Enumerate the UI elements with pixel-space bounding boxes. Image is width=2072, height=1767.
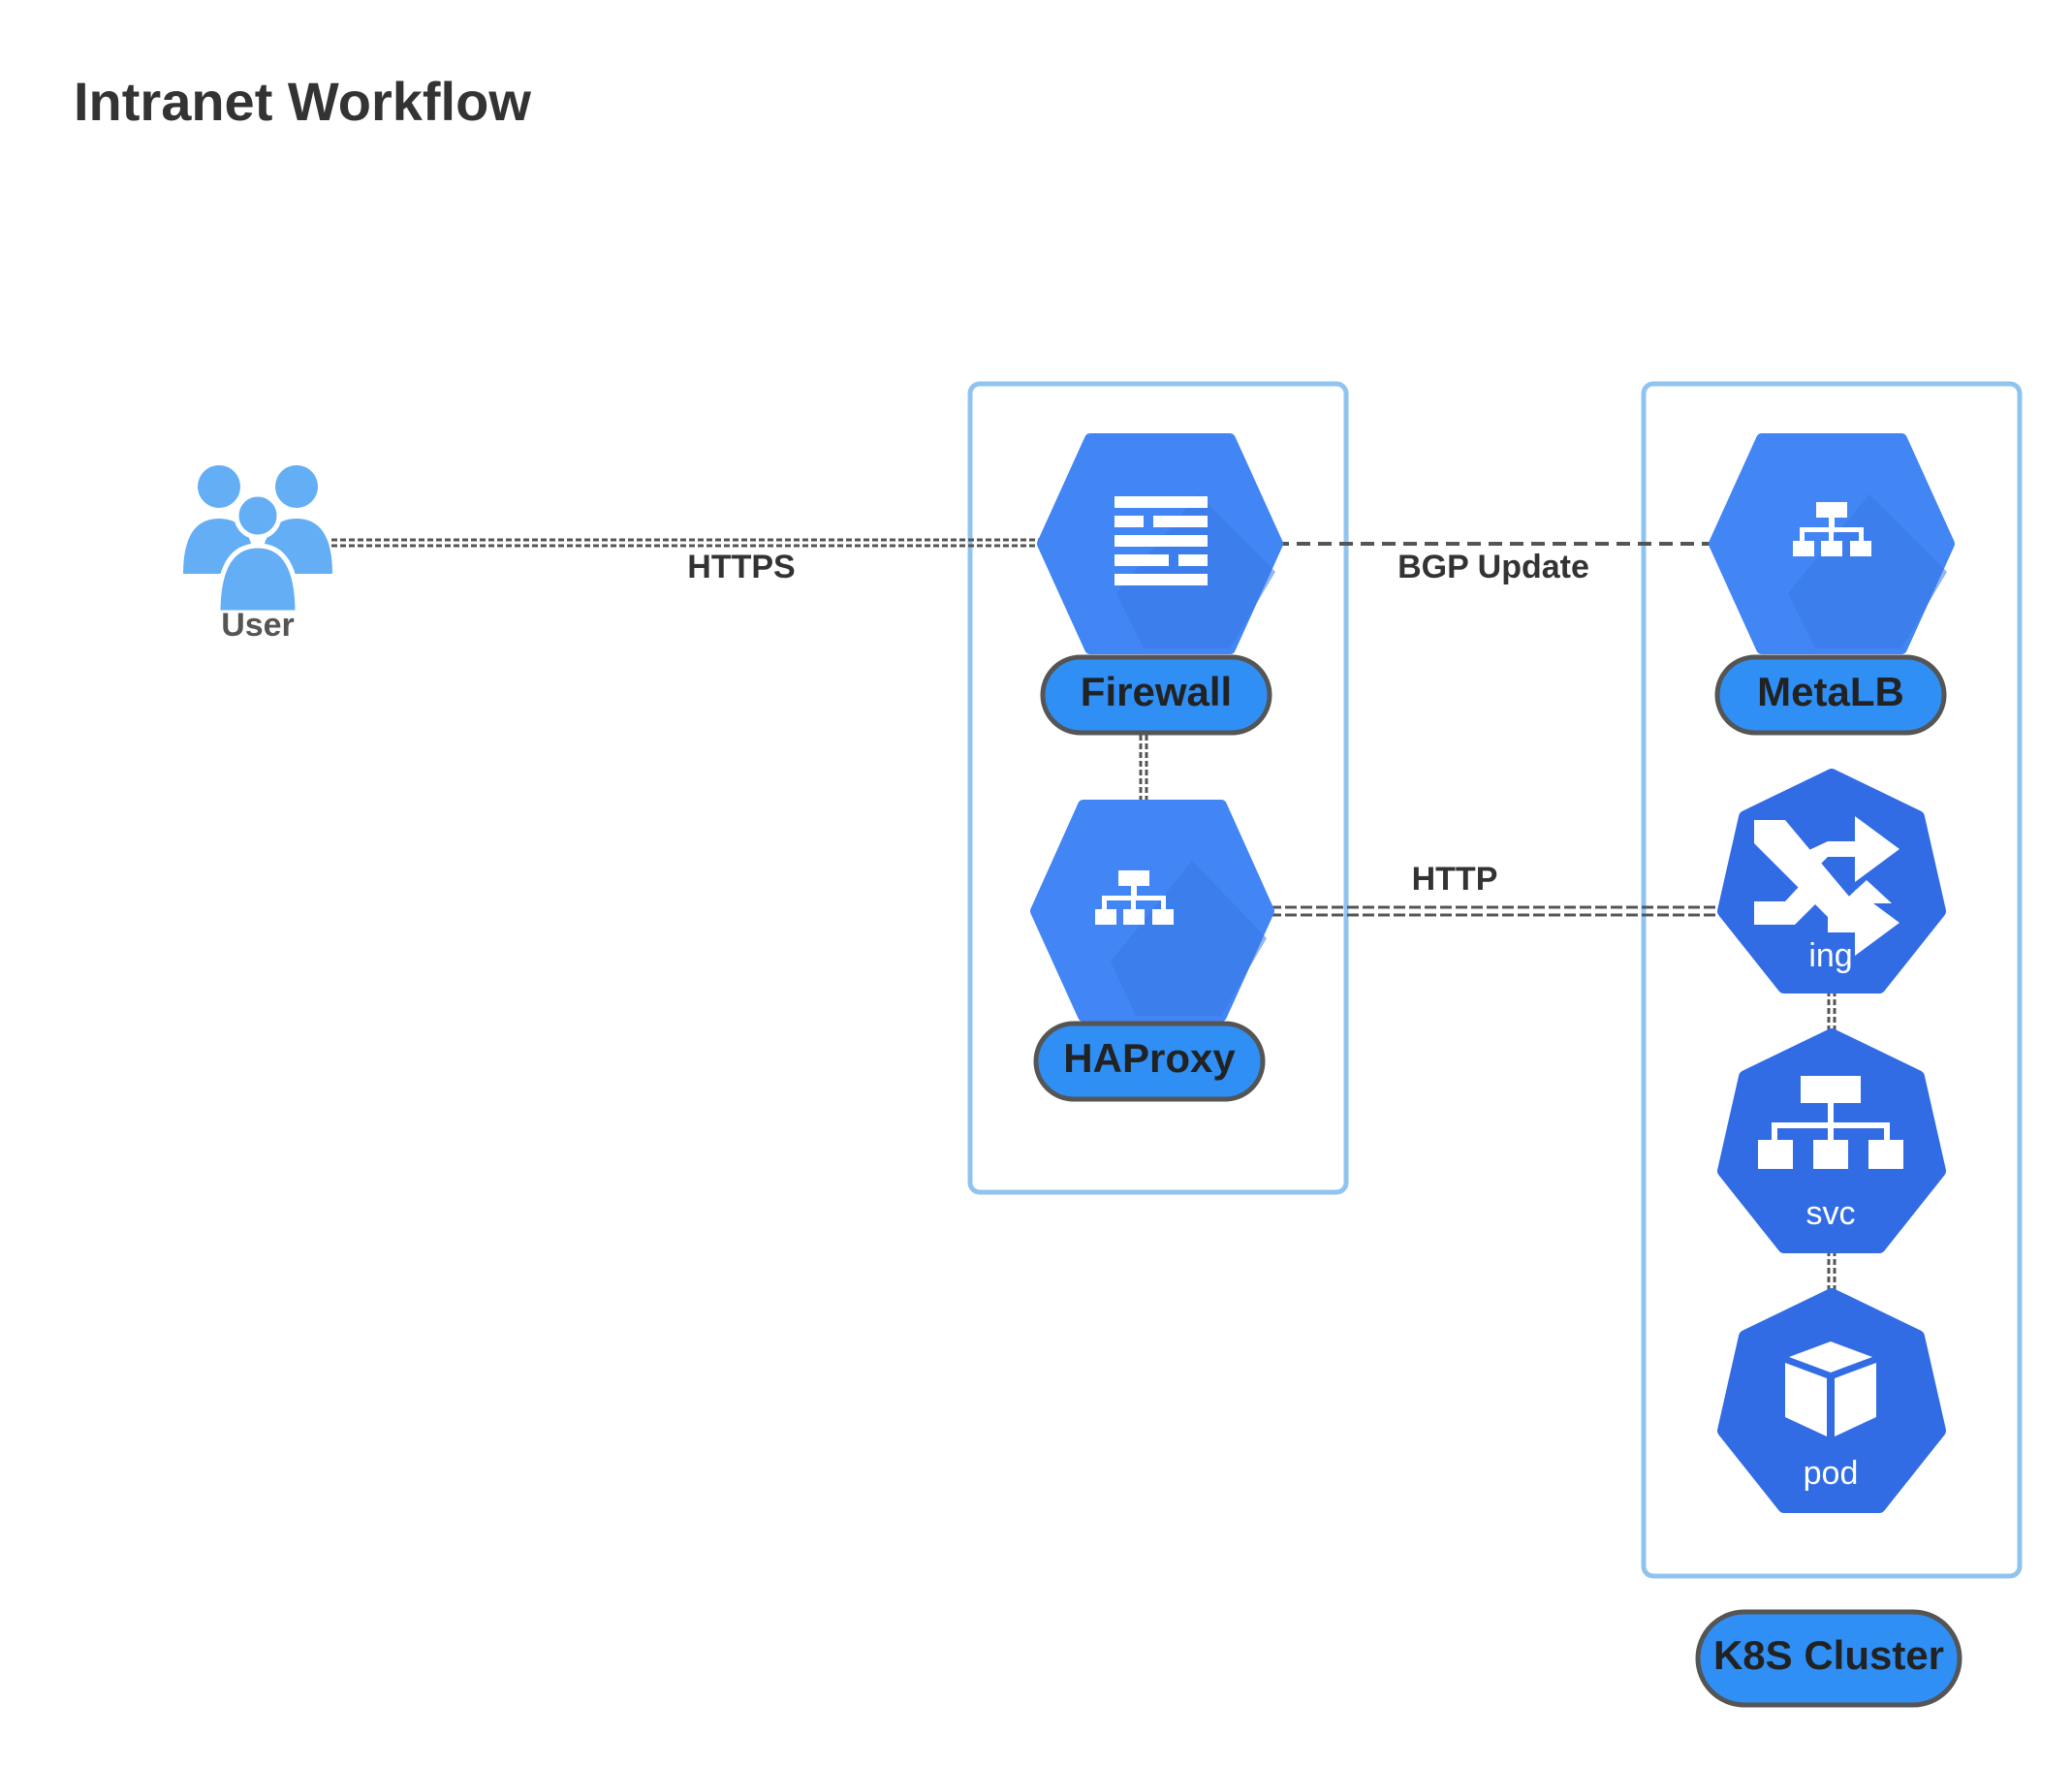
firewall-label-pill[interactable]: Firewall [1040, 654, 1272, 736]
pod-label: pod [1804, 1455, 1859, 1492]
connector-haproxy-ing[interactable] [1270, 905, 1725, 917]
svc-label: svc [1806, 1195, 1856, 1232]
firewall-node[interactable] [1037, 433, 1283, 654]
edge-label-http: HTTP [1412, 861, 1498, 898]
ing-label: ing [1808, 937, 1852, 974]
k8s-cluster-label-pill[interactable]: K8S Cluster [1695, 1609, 1962, 1708]
connector-svc-pod[interactable] [1827, 1250, 1837, 1293]
edge-label-https: HTTPS [687, 549, 795, 585]
user-label: User [221, 607, 295, 644]
edge-label-bgp-update: BGP Update [1397, 549, 1589, 585]
metallb-label: MetaLB [1757, 669, 1904, 714]
k8s-cluster-label: K8S Cluster [1713, 1632, 1944, 1678]
connector-firewall-haproxy[interactable] [1139, 735, 1148, 805]
metallb-label-pill[interactable]: MetaLB [1714, 654, 1947, 736]
ing-node[interactable]: ing [1717, 769, 1946, 994]
connector-ing-svc[interactable] [1827, 991, 1837, 1033]
pod-node[interactable]: pod [1717, 1288, 1946, 1513]
svc-node[interactable]: svc [1717, 1028, 1946, 1253]
users-icon [183, 465, 332, 615]
connector-user-firewall[interactable] [331, 538, 1039, 548]
user-node[interactable]: User [183, 465, 332, 644]
haproxy-label-pill[interactable]: HAProxy [1033, 1021, 1266, 1102]
haproxy-label: HAProxy [1063, 1035, 1236, 1081]
firewall-label: Firewall [1081, 669, 1232, 714]
metallb-node[interactable] [1709, 433, 1955, 654]
haproxy-node[interactable] [1030, 800, 1274, 1022]
